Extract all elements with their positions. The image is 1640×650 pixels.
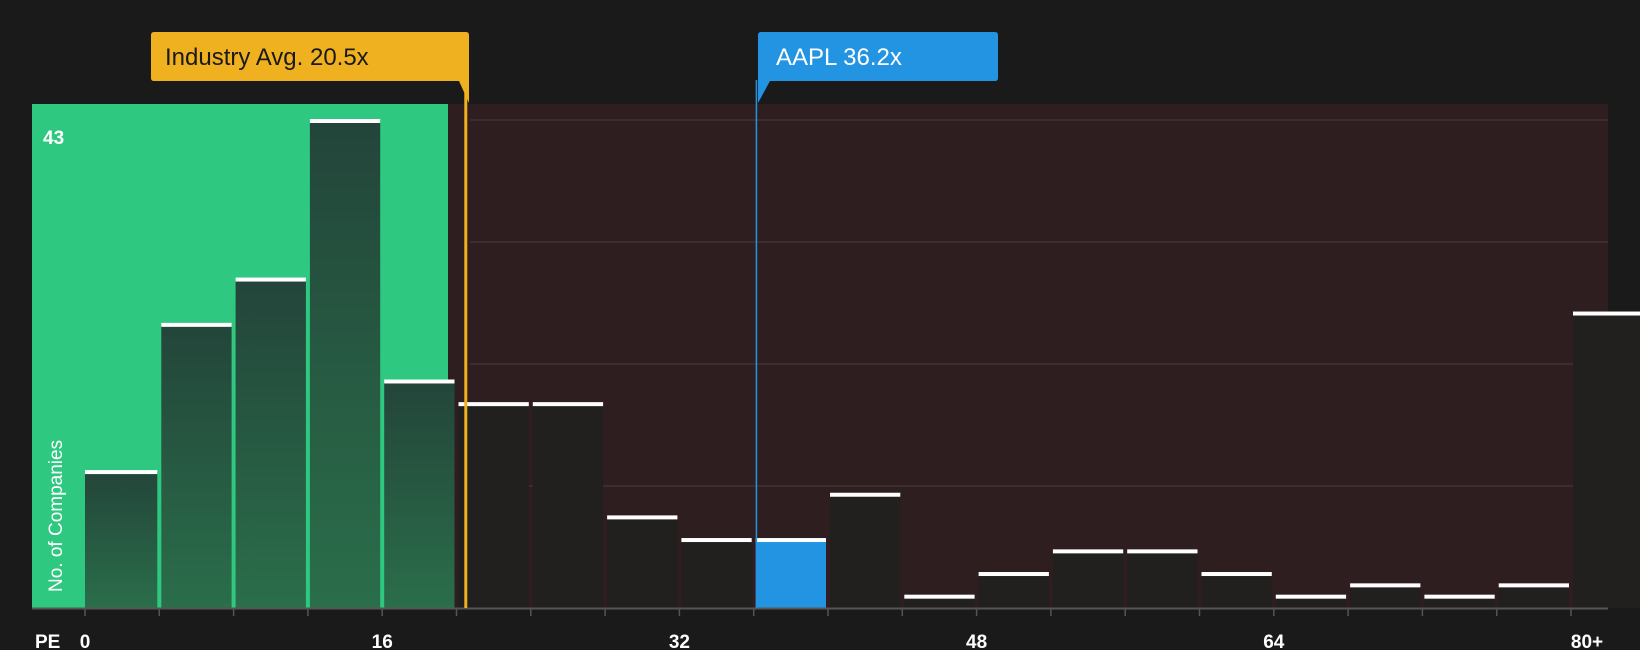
bar-cap xyxy=(161,322,232,327)
bar-cap xyxy=(384,379,455,384)
company-pe-callout: AAPL 36.2x xyxy=(758,32,998,103)
x-axis-title: PE xyxy=(35,632,60,650)
bar-cap xyxy=(309,118,381,123)
pe-histogram-chart: Industry Avg. 20.5x AAPL 36.2x 43 No. of… xyxy=(32,32,1640,650)
y-axis-title: No. of Companies xyxy=(46,440,67,592)
bar-body xyxy=(681,540,752,608)
bar-body xyxy=(830,494,901,608)
histogram-bar xyxy=(1201,572,1272,608)
x-axis-tick-labels: 0 16 32 48 64 80+ xyxy=(80,632,1603,650)
histogram-bar xyxy=(161,322,232,608)
bar-body xyxy=(532,404,604,608)
bar-cap xyxy=(830,492,901,497)
x-tick-label: 80+ xyxy=(1571,632,1603,650)
x-tick-label: 32 xyxy=(669,632,690,650)
histogram-bar xyxy=(1350,583,1421,608)
bar-body xyxy=(1350,585,1421,608)
histogram-bar xyxy=(681,538,752,608)
industry-average-callout: Industry Avg. 20.5x xyxy=(151,32,469,103)
histogram-bar xyxy=(1424,594,1495,608)
bar-cap xyxy=(1424,594,1495,599)
bar-body xyxy=(1052,551,1124,608)
bar-body xyxy=(161,324,232,608)
histogram-bar xyxy=(532,402,604,608)
bar-body xyxy=(309,120,381,608)
bar-body xyxy=(85,472,158,608)
bar-body xyxy=(1127,551,1198,608)
x-tick-label: 64 xyxy=(1263,632,1285,650)
company-pe-label: AAPL 36.2x xyxy=(776,44,902,71)
bar-cap xyxy=(1498,583,1569,588)
bar-cap xyxy=(1573,311,1640,316)
histogram-bar xyxy=(1573,311,1640,608)
bar-cap xyxy=(607,515,678,520)
bar-body xyxy=(235,279,306,608)
bar-body xyxy=(755,540,826,608)
histogram-bar xyxy=(978,572,1049,608)
histogram-bar xyxy=(235,277,306,608)
x-tick-label: 16 xyxy=(372,632,393,650)
histogram-bar xyxy=(1127,549,1198,608)
histogram-bar xyxy=(755,538,826,608)
histogram-bar xyxy=(1052,549,1124,608)
bar-body xyxy=(607,517,678,608)
histogram-bar xyxy=(1275,594,1347,608)
bar-body xyxy=(1201,574,1272,608)
bar-cap xyxy=(85,470,158,475)
histogram-bar xyxy=(904,594,975,608)
x-tick-label: 48 xyxy=(966,632,987,650)
histogram-bar xyxy=(85,470,158,608)
histogram-bar xyxy=(1498,583,1569,608)
bar-cap xyxy=(755,538,826,543)
bar-body xyxy=(1573,313,1640,608)
industry-average-label: Industry Avg. 20.5x xyxy=(165,44,369,71)
histogram-bar xyxy=(830,492,901,608)
bar-cap xyxy=(1275,594,1347,599)
x-tick-label: 0 xyxy=(80,632,91,650)
histogram-bar xyxy=(309,118,381,608)
bar-cap xyxy=(458,402,529,407)
bar-body xyxy=(458,404,529,608)
bar-body xyxy=(978,574,1049,608)
y-max-label: 43 xyxy=(43,128,64,149)
bar-body xyxy=(384,381,455,608)
bar-cap xyxy=(532,402,604,407)
bar-cap xyxy=(978,572,1049,577)
histogram-bar xyxy=(607,515,678,608)
bar-body xyxy=(1498,585,1569,608)
bar-cap xyxy=(235,277,306,282)
bar-cap xyxy=(1127,549,1198,554)
bar-cap xyxy=(904,594,975,599)
bar-cap xyxy=(1201,572,1272,577)
bar-cap xyxy=(1350,583,1421,588)
bar-cap xyxy=(1052,549,1124,554)
histogram-bar xyxy=(384,379,455,608)
bar-cap xyxy=(681,538,752,543)
histogram-bar xyxy=(458,402,529,608)
